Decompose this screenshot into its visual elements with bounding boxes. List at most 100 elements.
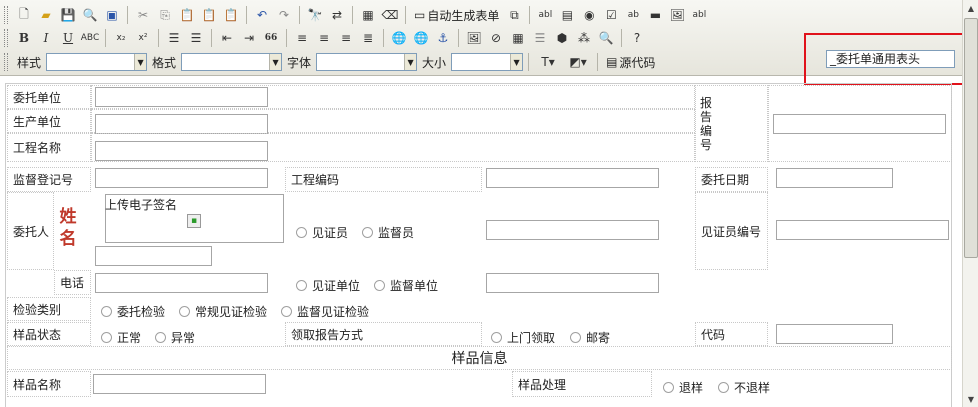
justify-icon[interactable]: ≣ (358, 28, 378, 48)
toolbar-separator (127, 6, 128, 24)
supervision-reg-input[interactable] (95, 168, 268, 188)
paste-icon[interactable]: 📋 (177, 5, 197, 25)
no-return-radio[interactable]: 不退样 (718, 379, 770, 396)
radio-icon (362, 227, 373, 238)
client-name-input[interactable] (486, 220, 659, 240)
radio-icon (101, 332, 112, 343)
unlink-icon[interactable]: 🌐 (411, 28, 431, 48)
open-folder-icon[interactable]: ▰ (36, 5, 56, 25)
style-select[interactable]: ▼ (46, 53, 148, 71)
radio-icon[interactable]: ◉ (579, 5, 599, 25)
regular-witness-radio[interactable]: 常规见证检验 (179, 303, 267, 320)
form-attr-icon[interactable]: ⧉ (504, 5, 524, 25)
ordered-list-icon[interactable]: ☰ (164, 28, 184, 48)
toolbar-grip[interactable] (4, 29, 8, 47)
about-icon[interactable]: ? (627, 28, 647, 48)
witness-no-input[interactable] (776, 220, 949, 240)
link-icon[interactable]: 🌐 (389, 28, 409, 48)
toolbar-grip[interactable] (4, 53, 8, 71)
supervisor-radio[interactable]: 监督员 (362, 224, 414, 241)
toolbar-separator (405, 6, 406, 24)
onsite-pickup-radio[interactable]: 上门领取 (491, 329, 555, 346)
table-icon[interactable]: ▦ (508, 28, 528, 48)
sample-name-input[interactable] (93, 374, 266, 394)
project-code-input[interactable] (486, 168, 659, 188)
template-icon[interactable]: ▣ (102, 5, 122, 25)
flash-icon[interactable]: ⊘ (486, 28, 506, 48)
bold-icon[interactable]: B (14, 28, 34, 48)
code-input[interactable] (776, 324, 893, 344)
pagebreak-icon[interactable]: 🔍 (596, 28, 616, 48)
image-button-icon[interactable]: 🖼 (667, 5, 687, 25)
subscript-icon[interactable]: x₂ (111, 28, 131, 48)
phone-input[interactable] (95, 273, 268, 293)
unit-input[interactable] (486, 273, 659, 293)
new-doc-icon[interactable]: 🗋 (14, 5, 34, 25)
supervision-unit-radio[interactable]: 监督单位 (374, 277, 438, 294)
italic-icon[interactable]: I (36, 28, 56, 48)
smiley-icon[interactable]: ⬢ (552, 28, 572, 48)
toolbar-grip[interactable] (4, 6, 8, 24)
align-left-icon[interactable]: ≡ (292, 28, 312, 48)
scroll-thumb[interactable] (964, 18, 978, 258)
redo-icon[interactable]: ↷ (274, 5, 294, 25)
save-icon[interactable]: 💾 (58, 5, 78, 25)
abnormal-radio[interactable]: 异常 (155, 329, 195, 346)
indent-icon[interactable]: ⇥ (239, 28, 259, 48)
replace-icon[interactable]: ⇄ (327, 5, 347, 25)
paste-word-icon[interactable]: 📋 (221, 5, 241, 25)
outdent-icon[interactable]: ⇤ (217, 28, 237, 48)
auto-form-button[interactable]: ▭ 自动生成表单 (411, 5, 502, 25)
entrusted-inspection-radio[interactable]: 委托检验 (101, 303, 165, 320)
textfield-icon[interactable]: abl (535, 5, 555, 25)
vertical-scrollbar[interactable]: ▲ ▼ (962, 0, 978, 407)
paste-text-icon[interactable]: 📋 (199, 5, 219, 25)
report-no-input[interactable] (773, 114, 946, 134)
blockquote-icon[interactable]: 66 (261, 28, 281, 48)
font-select[interactable]: ▼ (316, 53, 418, 71)
preview-icon[interactable]: 🔍 (80, 5, 100, 25)
witness-unit-radio[interactable]: 见证单位 (296, 277, 360, 294)
source-code-button[interactable]: ▤ 源代码 (603, 52, 658, 72)
superscript-icon[interactable]: x² (133, 28, 153, 48)
signature-input[interactable] (95, 246, 212, 266)
toolbar-separator (211, 29, 212, 47)
supervision-witness-radio[interactable]: 监督见证检验 (281, 303, 369, 320)
checkbox-icon[interactable]: ☑ (601, 5, 621, 25)
witness-radio[interactable]: 见证员 (296, 224, 348, 241)
button-icon[interactable]: ▬ (645, 5, 665, 25)
bg-color-icon[interactable]: ◩▾ (564, 52, 592, 72)
production-unit-input[interactable] (95, 114, 268, 134)
text-color-icon[interactable]: T▾ (534, 52, 562, 72)
scroll-down-icon[interactable]: ▼ (963, 391, 978, 407)
align-center-icon[interactable]: ≡ (314, 28, 334, 48)
format-select[interactable]: ▼ (181, 53, 283, 71)
align-right-icon[interactable]: ≡ (336, 28, 356, 48)
project-name-input[interactable] (95, 141, 268, 161)
mail-radio[interactable]: 邮寄 (570, 329, 610, 346)
copy-icon[interactable]: ⎘ (155, 5, 175, 25)
cut-icon[interactable]: ✂ (133, 5, 153, 25)
scroll-up-icon[interactable]: ▲ (963, 0, 978, 16)
list-icon[interactable]: ab (623, 5, 643, 25)
textarea-icon[interactable]: ▤ (557, 5, 577, 25)
underline-icon[interactable]: U (58, 28, 78, 48)
return-sample-radio[interactable]: 退样 (663, 379, 703, 396)
hidden-field-icon[interactable]: abl (689, 5, 709, 25)
size-select[interactable]: ▼ (451, 53, 524, 71)
unordered-list-icon[interactable]: ☰ (186, 28, 206, 48)
find-icon[interactable]: 🔭 (305, 5, 325, 25)
radio-icon (718, 382, 729, 393)
strikethrough-icon[interactable]: ABC (80, 28, 100, 48)
hr-icon[interactable]: ☰ (530, 28, 550, 48)
select-all-icon[interactable]: ▦ (358, 5, 378, 25)
image-icon[interactable]: 🖼 (464, 28, 484, 48)
special-char-icon[interactable]: ⁂ (574, 28, 594, 48)
entrust-unit-input[interactable] (95, 87, 268, 107)
entrust-date-input[interactable] (776, 168, 893, 188)
normal-radio[interactable]: 正常 (101, 329, 141, 346)
toolbar-separator (286, 29, 287, 47)
eraser-icon[interactable]: ⌫ (380, 5, 400, 25)
undo-icon[interactable]: ↶ (252, 5, 272, 25)
anchor-icon[interactable]: ⚓ (433, 28, 453, 48)
